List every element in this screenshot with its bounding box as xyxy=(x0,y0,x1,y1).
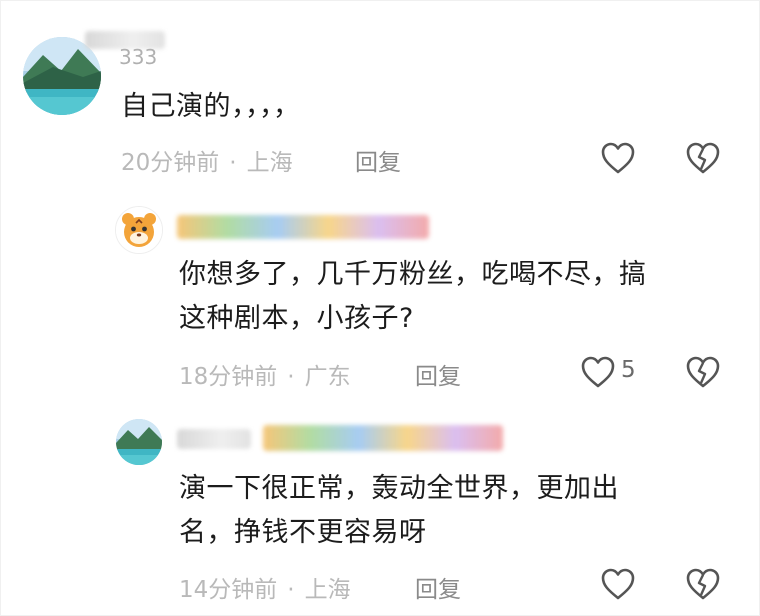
username-blur xyxy=(177,429,251,449)
like-count: 5 xyxy=(621,357,636,383)
heart-outline-icon[interactable] xyxy=(600,567,636,605)
avatar[interactable] xyxy=(115,206,163,254)
comment-meta: 18分钟前 · 广东 xyxy=(179,357,351,391)
comment-meta: 14分钟前 · 上海 xyxy=(179,570,351,604)
timestamp: 14分钟前 xyxy=(179,577,278,603)
comment-text: 你想多了，几千万粉丝，吃喝不尽，搞 这种剧本，小孩子? xyxy=(179,253,647,341)
comment-line: 演一下很正常，轰动全世界，更加出 xyxy=(179,473,619,504)
reply-button[interactable]: 回复 xyxy=(415,357,461,391)
comment-line: 这种剧本，小孩子? xyxy=(179,303,414,334)
broken-heart-icon[interactable] xyxy=(685,141,721,179)
timestamp: 18分钟前 xyxy=(179,364,278,390)
separator: · xyxy=(287,364,295,390)
reply-button[interactable]: 回复 xyxy=(355,143,401,177)
username-blur xyxy=(177,215,429,239)
location: 上海 xyxy=(246,150,293,176)
avatar[interactable] xyxy=(116,419,162,465)
comment-text: 演一下很正常，轰动全世界，更加出 名，挣钱不更容易呀 xyxy=(179,467,619,555)
separator: · xyxy=(287,577,295,603)
broken-heart-icon[interactable] xyxy=(685,567,721,605)
comment-thread: 333 自己演的，，，， 20分钟前 · 上海 回复 你想多了，几千万粉丝，吃喝不尽… xyxy=(0,0,760,616)
username[interactable]: 333 xyxy=(119,45,157,69)
location: 上海 xyxy=(304,577,351,603)
reply-button[interactable]: 回复 xyxy=(415,570,461,604)
comment-line: 名，挣钱不更容易呀 xyxy=(179,517,427,548)
comment-text: 自己演的，，，， xyxy=(121,91,301,122)
comment-meta: 20分钟前 · 上海 xyxy=(121,143,293,177)
heart-outline-icon[interactable] xyxy=(580,355,616,393)
heart-outline-icon[interactable] xyxy=(600,141,636,179)
broken-heart-icon[interactable] xyxy=(685,355,721,393)
location: 广东 xyxy=(304,364,351,390)
comment-line: 你想多了，几千万粉丝，吃喝不尽，搞 xyxy=(179,259,647,290)
username-blur xyxy=(263,425,503,451)
timestamp: 20分钟前 xyxy=(121,150,220,176)
separator: · xyxy=(229,150,237,176)
